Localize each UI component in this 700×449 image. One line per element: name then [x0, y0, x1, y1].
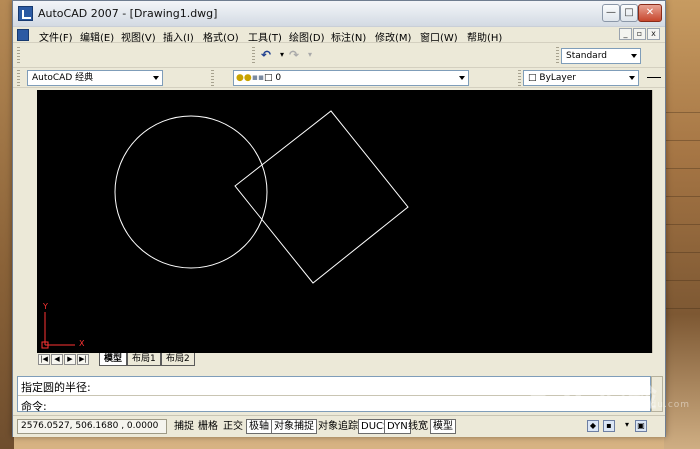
otrack-toggle[interactable]: 对象追踪: [315, 419, 361, 434]
chevron-down-icon: [629, 76, 635, 80]
menu-tools[interactable]: 工具(T): [248, 29, 282, 44]
text-style-select[interactable]: Standard: [561, 48, 641, 64]
chevron-down-icon: [631, 54, 637, 58]
standard-toolbar: ↶ ▾ ↷ ▾ Standard: [13, 44, 665, 68]
clean-screen-icon[interactable]: ▣: [635, 420, 647, 432]
ucs-y-label: Y: [43, 302, 48, 311]
menu-dimension[interactable]: 标注(N): [331, 29, 366, 44]
osnap-toggle[interactable]: 对象捕捉: [271, 419, 317, 434]
minimize-button[interactable]: —: [602, 4, 620, 22]
communication-center-icon[interactable]: ◆: [587, 420, 599, 432]
redo-icon[interactable]: ↷: [286, 47, 302, 63]
menu-draw[interactable]: 绘图(D): [289, 29, 325, 44]
color-select[interactable]: □ ByLayer: [523, 70, 639, 86]
workspace-value: AutoCAD 经典: [32, 73, 94, 83]
last-layout-button[interactable]: ▶|: [77, 354, 89, 365]
maximize-button[interactable]: □: [620, 4, 638, 22]
baidu-watermark: Bai 经验 jingyan.baidu.com: [528, 372, 689, 420]
first-layout-button[interactable]: |◀: [38, 354, 50, 365]
left-dock-area: [13, 90, 37, 366]
redo-dropdown-icon[interactable]: ▾: [302, 47, 318, 63]
tab-model[interactable]: 模型: [99, 353, 128, 366]
tab-layout1[interactable]: 布局1: [127, 353, 161, 366]
menu-file[interactable]: 文件(F): [39, 29, 73, 44]
menu-view[interactable]: 视图(V): [121, 29, 156, 44]
previous-layout-button[interactable]: ◀: [51, 354, 63, 365]
lock-icon[interactable]: ▪: [603, 420, 615, 432]
menu-help[interactable]: 帮助(H): [467, 29, 502, 44]
circle-entity[interactable]: [114, 115, 268, 269]
drawing-vertical-scrollbar[interactable]: [652, 90, 665, 353]
command-prompt: 命令:: [21, 400, 47, 413]
color-value: ByLayer: [539, 73, 576, 83]
toolbar-grip[interactable]: [518, 70, 521, 86]
ucs-x-label: X: [79, 339, 85, 348]
menu-format[interactable]: 格式(O): [203, 29, 239, 44]
mdi-minimize-button[interactable]: _: [619, 28, 632, 40]
color-swatch-icon: □: [528, 73, 537, 83]
mdi-restore-button[interactable]: ▫: [633, 28, 646, 40]
toolbar-grip[interactable]: [211, 70, 214, 86]
model-toggle[interactable]: 模型: [430, 419, 456, 434]
menu-bar: 文件(F) 编辑(E) 视图(V) 插入(I) 格式(O) 工具(T) 绘图(D…: [13, 27, 665, 44]
polar-toggle[interactable]: 极轴: [246, 419, 272, 434]
sun-icon: ●: [243, 73, 252, 83]
menu-window[interactable]: 窗口(W): [420, 29, 458, 44]
next-layout-button[interactable]: ▶: [64, 354, 76, 365]
lineweight-icon[interactable]: [647, 77, 661, 78]
menu-arrow-icon[interactable]: ▾: [621, 420, 633, 432]
window-title: AutoCAD 2007 - [Drawing1.dwg]: [38, 7, 218, 20]
rectangle-entity[interactable]: [234, 110, 409, 284]
drawing-geometry: [41, 110, 409, 349]
mdi-close-button[interactable]: x: [647, 28, 660, 40]
drawing-canvas[interactable]: Y X: [37, 90, 659, 353]
toolbar-grip[interactable]: [17, 47, 20, 65]
chevron-down-icon: [459, 76, 465, 80]
layer-select[interactable]: ●●▪▪□ 0: [233, 70, 469, 86]
toolbar-grip[interactable]: [17, 70, 20, 86]
lineweight-toggle[interactable]: 线宽: [405, 419, 431, 434]
toolbar-grip[interactable]: [252, 47, 255, 65]
color-swatch-icon: □: [263, 73, 273, 83]
menu-insert[interactable]: 插入(I): [163, 29, 194, 44]
layout-tab-bar: |◀ ◀ ▶ ▶| 模型 布局1 布局2: [37, 353, 665, 366]
tab-layout2[interactable]: 布局2: [161, 353, 195, 366]
chevron-down-icon: [153, 76, 159, 80]
layers-toolbar: AutoCAD 经典 ●●▪▪□ 0 □ ByLayer: [13, 68, 665, 88]
autocad-app-icon[interactable]: [18, 6, 33, 21]
document-icon[interactable]: [17, 29, 29, 41]
menu-modify[interactable]: 修改(M): [375, 29, 411, 44]
coordinate-readout[interactable]: 2576.0527, 506.1680 , 0.0000: [17, 419, 167, 434]
workspace-select[interactable]: AutoCAD 经典: [27, 70, 163, 86]
title-bar: AutoCAD 2007 - [Drawing1.dwg] — □ ✕: [13, 1, 665, 27]
ucs-icon: [41, 312, 75, 349]
undo-icon[interactable]: ↶: [258, 47, 274, 63]
close-button[interactable]: ✕: [638, 4, 662, 22]
lightbulb-icon: ●: [236, 73, 244, 83]
text-style-value: Standard: [566, 51, 607, 61]
toolbar-grip[interactable]: [556, 47, 559, 65]
command-history-line: 指定圆的半径:: [21, 381, 91, 394]
layer-value: 0: [275, 73, 282, 83]
grid-toggle[interactable]: 栅格: [195, 419, 221, 434]
menu-edit[interactable]: 编辑(E): [80, 29, 114, 44]
ortho-toggle[interactable]: 正交: [220, 419, 246, 434]
snap-toggle[interactable]: 捕捉: [171, 419, 197, 434]
watermark-subtext: jingyan.baidu.com: [590, 400, 691, 410]
